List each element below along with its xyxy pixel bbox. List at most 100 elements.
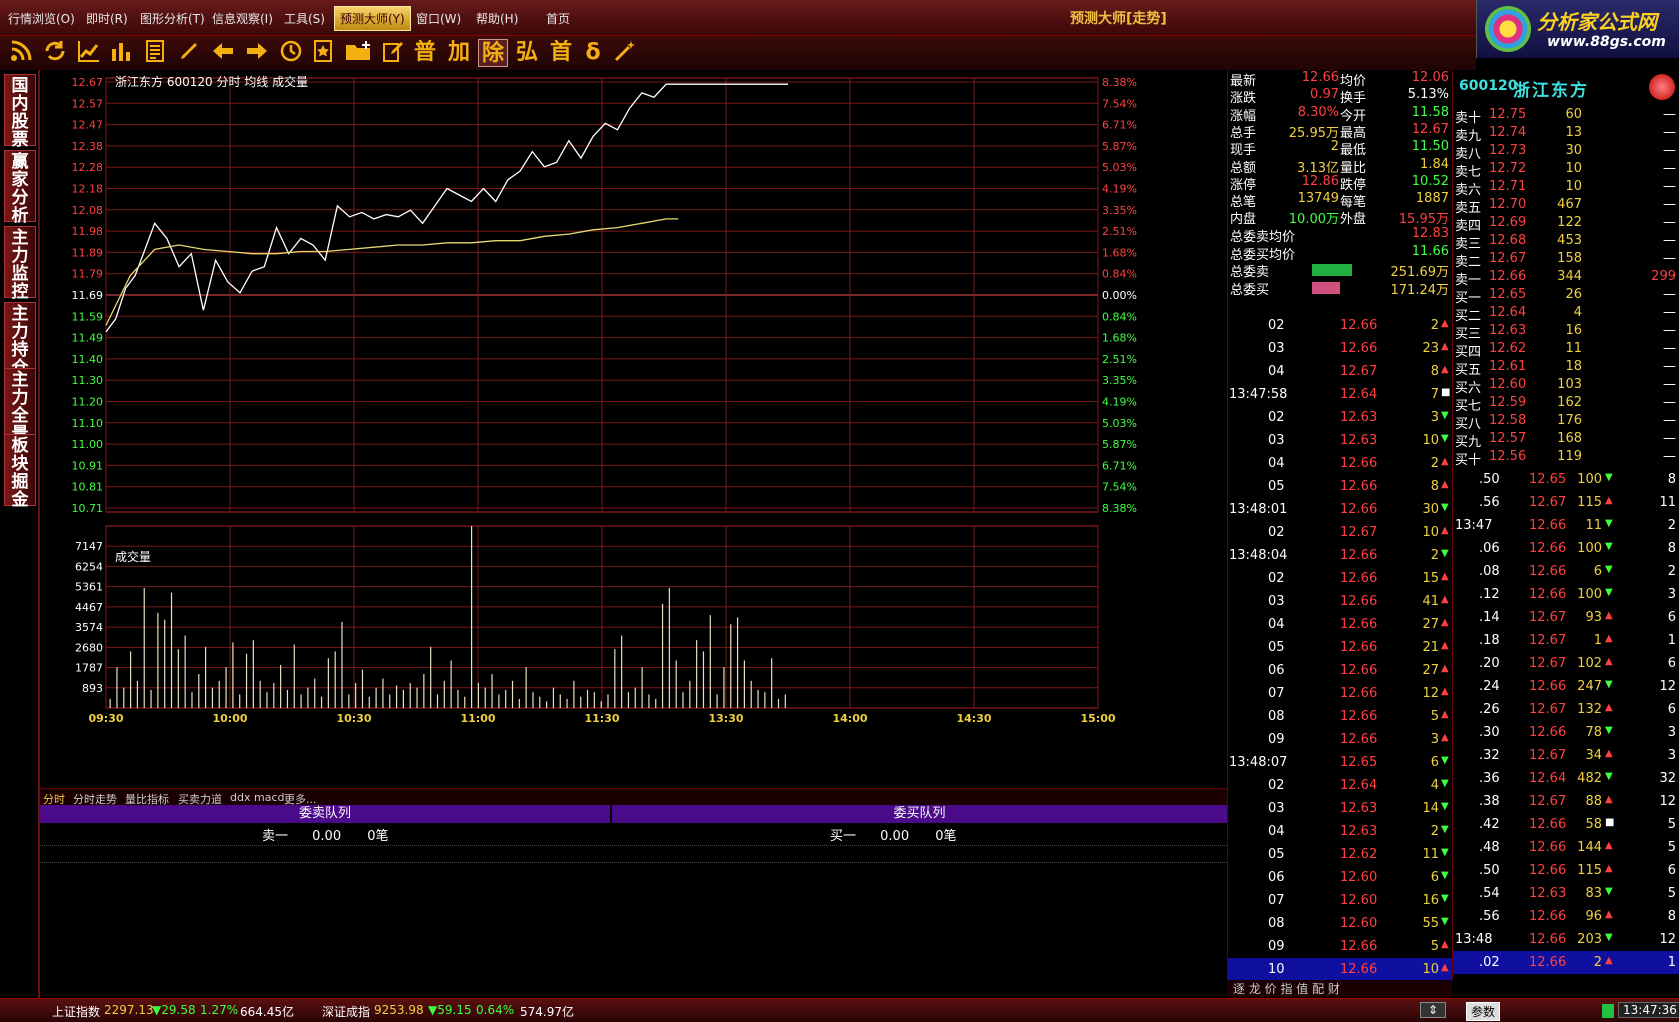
edit-page-icon[interactable] — [378, 39, 408, 67]
tick-detail-row[interactable]: 13:47 12.66 11 ▼ 2 — [1453, 514, 1679, 537]
notes-icon[interactable] — [140, 39, 170, 67]
menu-forecast-master[interactable]: 预测大师(Y) — [334, 6, 411, 31]
tick-detail-row[interactable]: .14 12.67 93 ▲ 6 — [1453, 606, 1679, 629]
order-book-row[interactable]: 买三 12.63 16— — [1453, 322, 1679, 342]
menu-help[interactable]: 帮助(H) — [476, 10, 518, 27]
nav-main-monitor[interactable]: 主力监控 — [4, 226, 36, 301]
order-book-row[interactable]: 卖八 12.73 30— — [1453, 142, 1679, 162]
folder-add-icon[interactable] — [342, 39, 376, 67]
menu-home[interactable]: 首页 — [546, 10, 570, 27]
tick-row[interactable]: 05 12.62 11 ▼ — [1228, 843, 1453, 866]
params-button[interactable]: 参数 — [1466, 1002, 1501, 1021]
order-book-row[interactable]: 卖十 12.75 60— — [1453, 106, 1679, 126]
order-book-row[interactable]: 卖三 12.68 453— — [1453, 232, 1679, 252]
order-book-row[interactable]: 卖二 12.67 158— — [1453, 250, 1679, 270]
tick-row[interactable]: 03 12.63 10 ▼ — [1228, 429, 1453, 452]
tick-detail-row[interactable]: .08 12.66 6 ▼ 2 — [1453, 560, 1679, 583]
spinner-control[interactable]: ⇕ — [1420, 1002, 1446, 1018]
tick-row[interactable]: 04 12.66 27 ▲ — [1228, 613, 1453, 636]
toolbar-hong[interactable]: 弘 — [512, 39, 542, 67]
tick-row[interactable]: 03 12.66 23 ▲ — [1228, 337, 1453, 360]
nav-domestic-stocks[interactable]: 国内股票 — [4, 74, 36, 149]
order-book-row[interactable]: 卖四 12.69 122— — [1453, 214, 1679, 234]
tab-ddx[interactable]: ddx — [230, 791, 250, 804]
tick-detail-row[interactable]: .54 12.63 83 ▼ 5 — [1453, 882, 1679, 905]
nav-sector-mining[interactable]: 板块掘金 — [4, 434, 36, 509]
tick-row[interactable]: 13:47:58 12.64 7 ■ — [1228, 383, 1453, 406]
tick-detail-row[interactable]: .36 12.64 482 ▼ 32 — [1453, 767, 1679, 790]
order-book-row[interactable]: 买五 12.61 18— — [1453, 358, 1679, 378]
tick-list-detail[interactable]: .50 12.65 100 ▼ 8.56 12.67 115 ▲ 11 13:47 12.66 11 ▼… — [1452, 468, 1679, 980]
line-chart-icon[interactable] — [74, 39, 104, 67]
arrow-right-icon[interactable] — [242, 39, 272, 67]
tick-detail-row[interactable]: .56 12.66 96 ▲ 8 — [1453, 905, 1679, 928]
tick-detail-row[interactable]: .42 12.66 58 ■ 5 — [1453, 813, 1679, 836]
tick-row[interactable]: 04 12.67 8 ▲ — [1228, 360, 1453, 383]
nav-main-panorama[interactable]: 主力全景 — [4, 368, 36, 443]
bar-chart-icon[interactable] — [106, 39, 136, 67]
refresh-icon[interactable] — [40, 39, 70, 67]
tick-list[interactable]: 02 12.66 2 ▲ 03 12.66 23 ▲ 04 12.67 8 ▲ 13:47:58 12.6… — [1227, 314, 1453, 981]
toolbar-delta[interactable]: δ — [578, 39, 608, 67]
menu-tools[interactable]: 工具(S) — [284, 10, 325, 27]
tick-row[interactable]: 02 12.63 3 ▼ — [1228, 406, 1453, 429]
tick-row[interactable]: 03 12.63 14 ▼ — [1228, 797, 1453, 820]
tick-row[interactable]: 08 12.66 5 ▲ — [1228, 705, 1453, 728]
sz-index-name[interactable]: 深证成指 — [322, 1003, 370, 1020]
tick-row[interactable]: 02 12.66 2 ▲ — [1228, 314, 1453, 337]
tick-row[interactable]: 03 12.66 41 ▲ — [1228, 590, 1453, 613]
rss-icon[interactable] — [6, 39, 36, 67]
tick-row[interactable]: 08 12.60 55 ▼ — [1228, 912, 1453, 935]
order-book-row[interactable]: 买一 12.65 26— — [1453, 286, 1679, 306]
toolbar-jia[interactable]: 加 — [444, 39, 474, 67]
toolbar-shou[interactable]: 首 — [546, 39, 576, 67]
star-page-icon[interactable] — [308, 39, 338, 67]
order-book-row[interactable]: 买四 12.62 11— — [1453, 340, 1679, 360]
arrow-left-icon[interactable] — [208, 39, 238, 67]
order-book-row[interactable]: 卖七 12.72 10— — [1453, 160, 1679, 180]
order-book-row[interactable]: 买八 12.58 176— — [1453, 412, 1679, 432]
tick-row[interactable]: 05 12.66 8 ▲ — [1228, 475, 1453, 498]
tick-row[interactable]: 07 12.60 16 ▼ — [1228, 889, 1453, 912]
tick-row[interactable]: 04 12.63 2 ▼ — [1228, 820, 1453, 843]
menu-chart-analysis[interactable]: 图形分析(T) — [140, 10, 205, 27]
tick-detail-row[interactable]: .50 12.66 115 ▲ 6 — [1453, 859, 1679, 882]
order-book-row[interactable]: 卖一 12.66 344 299 — [1453, 268, 1679, 288]
menu-realtime[interactable]: 即时(R) — [86, 10, 128, 27]
tick-row[interactable]: 06 12.60 6 ▼ — [1228, 866, 1453, 889]
clock-icon[interactable] — [276, 39, 306, 67]
tick-row[interactable]: 06 12.66 27 ▲ — [1228, 659, 1453, 682]
pencil-icon[interactable] — [174, 39, 204, 67]
tab-macd[interactable]: macd — [254, 791, 285, 804]
nav-winner-analysis[interactable]: 赢家分析 — [4, 150, 36, 225]
tick-detail-row[interactable]: .26 12.67 132 ▲ 6 — [1453, 698, 1679, 721]
tick-detail-row[interactable]: .24 12.66 247 ▼ 12 — [1453, 675, 1679, 698]
tick-detail-row[interactable]: .20 12.67 102 ▲ 6 — [1453, 652, 1679, 675]
tick-detail-row[interactable]: .56 12.67 115 ▲ 11 — [1453, 491, 1679, 514]
tick-row[interactable]: 02 12.67 10 ▲ — [1228, 521, 1453, 544]
tick-detail-row[interactable]: .12 12.66 100 ▼ 3 — [1453, 583, 1679, 606]
intraday-chart[interactable]: 12.67 12.57 12.47 12.38 12.28 12.18 12.08 11.98… — [40, 70, 1227, 788]
tick-row[interactable]: 09 12.66 5 ▲ — [1228, 935, 1453, 958]
tick-row[interactable]: 07 12.66 12 ▲ — [1228, 682, 1453, 705]
tick-detail-row[interactable]: 13:48 12.66 203 ▼ 12 — [1453, 928, 1679, 951]
tick-row[interactable]: 02 12.64 4 ▼ — [1228, 774, 1453, 797]
toolbar-chu[interactable]: 除 — [478, 39, 508, 67]
menu-market-browse[interactable]: 行情浏览(O) — [8, 10, 75, 27]
tick-row[interactable]: 10 12.66 10 ▲ — [1228, 958, 1453, 981]
order-book-row[interactable]: 买七 12.59 162— — [1453, 394, 1679, 414]
tick-row[interactable]: 13:48:01 12.66 30 ▼ — [1228, 498, 1453, 521]
order-book-row[interactable]: 买二 12.64 4— — [1453, 304, 1679, 324]
tick-row[interactable]: 09 12.66 3 ▲ — [1228, 728, 1453, 751]
tick-row[interactable]: 05 12.66 21 ▲ — [1228, 636, 1453, 659]
tick-row[interactable]: 04 12.66 2 ▲ — [1228, 452, 1453, 475]
tick-tabs[interactable]: 逐 龙 价 指 值 配 财 — [1227, 980, 1452, 998]
magic-wand-icon[interactable] — [610, 39, 640, 67]
order-book-row[interactable]: 卖六 12.71 10— — [1453, 178, 1679, 198]
order-book-row[interactable]: 卖五 12.70 467— — [1453, 196, 1679, 216]
order-book-row[interactable]: 卖九 12.74 13— — [1453, 124, 1679, 144]
tick-detail-row[interactable]: .48 12.66 144 ▲ 5 — [1453, 836, 1679, 859]
tick-detail-row[interactable]: .38 12.67 88 ▲ 12 — [1453, 790, 1679, 813]
tick-row[interactable]: 13:48:07 12.65 6 ▼ — [1228, 751, 1453, 774]
toolbar-pu[interactable]: 普 — [410, 39, 440, 67]
